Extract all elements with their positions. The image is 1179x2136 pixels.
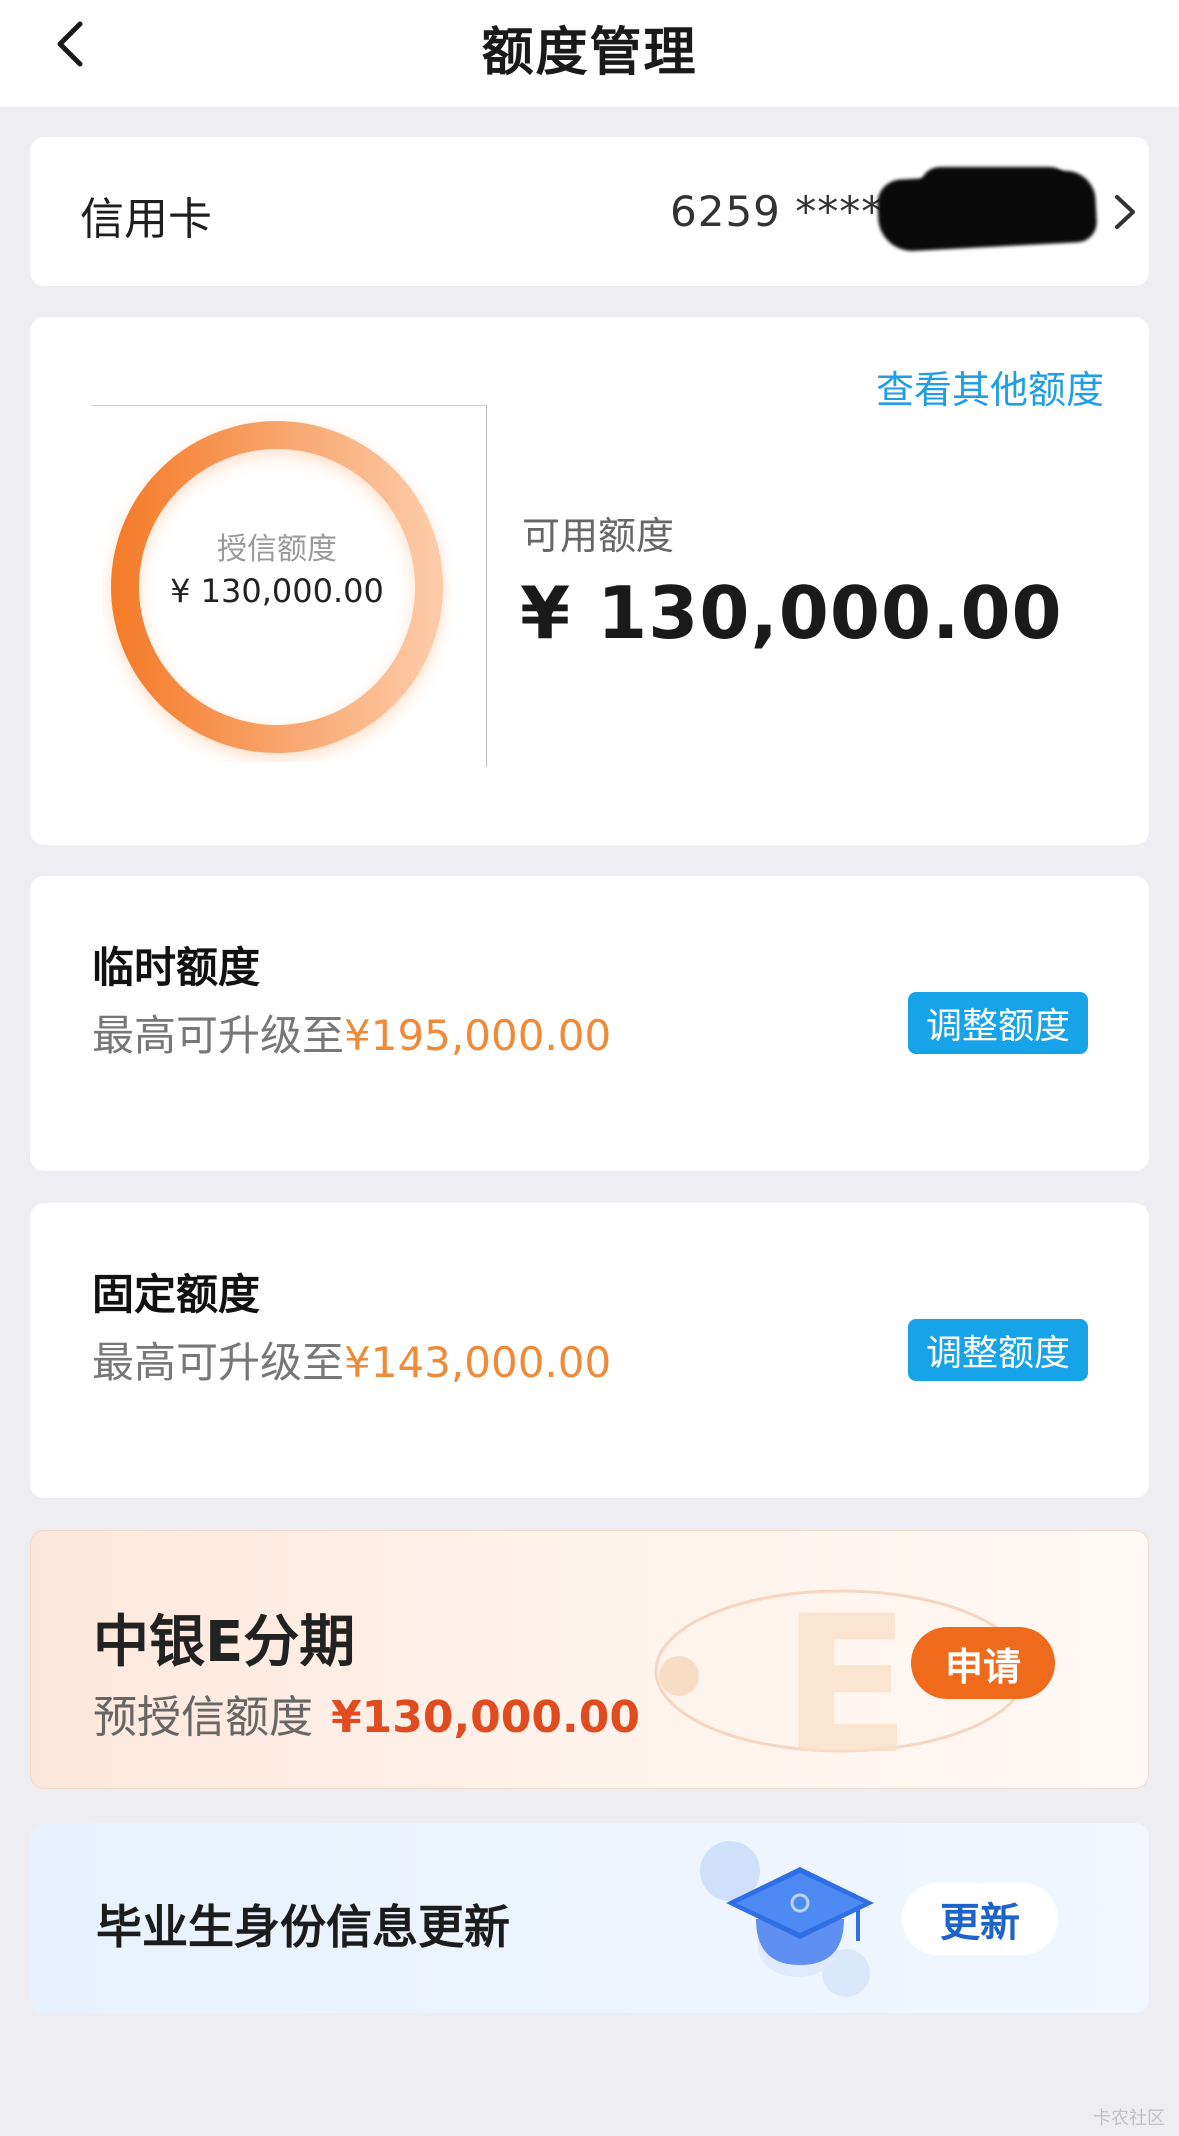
fixed-limit-title: 固定额度 xyxy=(92,1270,261,1319)
upgrade-prefix: 最高可升级至 xyxy=(92,1338,345,1387)
card-number: 6259 ***** xyxy=(670,187,906,236)
fixed-limit-card: 固定额度 最高可升级至¥143,000.00 调整额度 xyxy=(30,1203,1149,1498)
upgrade-prefix: 最高可升级至 xyxy=(92,1011,345,1060)
credit-ring-chart: 授信额度 ¥ 130,000.00 xyxy=(92,405,487,767)
page: 额度管理 信用卡 6259 ***** 查看其他额度 授信额度 ¥ 130,00… xyxy=(0,0,1179,2136)
ring-label: 授信额度 xyxy=(217,532,337,567)
available-limit-value: ¥ 130,000.00 xyxy=(520,571,1063,655)
graduation-cap-icon xyxy=(700,1841,874,1997)
adjust-temporary-limit-button[interactable]: 调整额度 xyxy=(908,992,1088,1054)
nav-bar: 额度管理 xyxy=(0,0,1179,107)
chevron-right-icon xyxy=(1115,195,1135,229)
card-type-label: 信用卡 xyxy=(80,194,212,245)
svg-text:E: E xyxy=(781,1575,911,1781)
pre-credit-label: 预授信额度 xyxy=(93,1692,313,1743)
watermark: 卡农社区 xyxy=(1093,2108,1165,2129)
e-installment-banner[interactable]: E 中银E分期 预授信额度 ¥130,000.00 申请 xyxy=(30,1530,1149,1789)
temporary-limit-title: 临时额度 xyxy=(92,943,261,992)
ring-value: ¥ 130,000.00 xyxy=(170,572,384,610)
credit-card-selector[interactable]: 信用卡 6259 ***** xyxy=(30,137,1149,286)
fixed-limit-upgrade-text: 最高可升级至¥143,000.00 xyxy=(92,1329,611,1390)
temporary-limit-upgrade-text: 最高可升级至¥195,000.00 xyxy=(92,1002,611,1063)
redaction-mark xyxy=(920,167,1070,217)
apply-button[interactable]: 申请 xyxy=(911,1627,1055,1699)
update-button[interactable]: 更新 xyxy=(902,1883,1058,1955)
adjust-fixed-limit-button[interactable]: 调整额度 xyxy=(908,1319,1088,1381)
available-limit-label: 可用额度 xyxy=(522,514,675,558)
view-other-limits-link[interactable]: 查看其他额度 xyxy=(876,359,1104,414)
pre-credit-amount: ¥130,000.00 xyxy=(331,1692,640,1743)
upgrade-amount: ¥195,000.00 xyxy=(344,1011,612,1060)
upgrade-amount: ¥143,000.00 xyxy=(344,1338,612,1387)
page-title: 额度管理 xyxy=(481,23,698,83)
graduate-update-title: 毕业生身份信息更新 xyxy=(96,1900,510,1954)
graduate-update-banner[interactable]: 毕业生身份信息更新 更新 xyxy=(30,1823,1149,2013)
quota-card: 查看其他额度 授信额度 ¥ 130,000.00 可用额度 ¥ 130,000.… xyxy=(30,317,1149,845)
temporary-limit-card: 临时额度 最高可升级至¥195,000.00 调整额度 xyxy=(30,876,1149,1171)
e-installment-title: 中银E分期 xyxy=(93,1610,356,1675)
e-installment-credit-text: 预授信额度 ¥130,000.00 xyxy=(93,1681,640,1745)
